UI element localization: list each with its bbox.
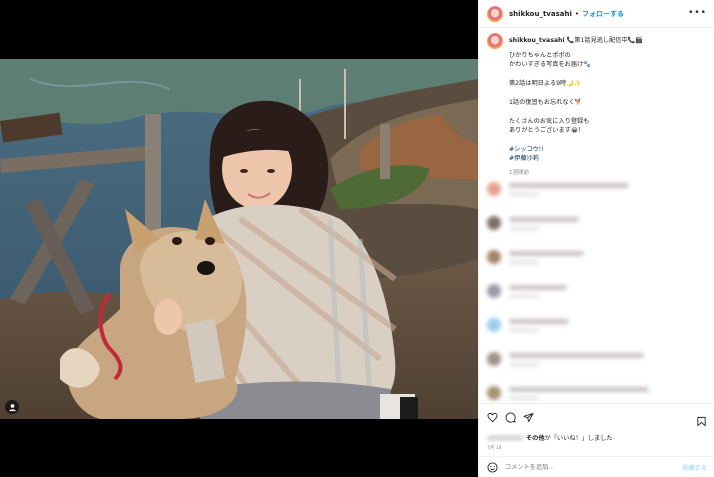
hashtag-link[interactable]: #伊藤沙莉	[509, 154, 709, 163]
blurred-line	[509, 284, 567, 290]
emoji-icon[interactable]	[487, 462, 498, 473]
blurred-line	[509, 216, 579, 222]
caption-line-1: ひかりちゃんとポポの かわいすぎる写真をお届け🐾	[509, 52, 591, 69]
blurred-line	[509, 318, 569, 324]
heart-icon[interactable]	[487, 412, 498, 423]
caption-avatar[interactable]	[487, 33, 503, 49]
comment-item	[487, 342, 709, 376]
comment-input[interactable]	[505, 464, 665, 471]
comment-avatar[interactable]	[487, 216, 501, 230]
comment-composer: 投稿する	[479, 456, 714, 477]
username-link[interactable]: shikkou_tvasahi	[509, 10, 572, 18]
post-date: 7月 18	[487, 446, 502, 451]
comment-avatar[interactable]	[487, 284, 501, 298]
comment-text-blurred	[509, 386, 649, 400]
avatar[interactable]	[487, 5, 503, 22]
more-options-icon[interactable]: •••	[688, 8, 707, 18]
comment-icon[interactable]	[505, 412, 516, 423]
blurred-line	[509, 182, 629, 188]
post-header: shikkou_tvasahi • フォローする •••	[479, 0, 714, 28]
post-side-panel: shikkou_tvasahi • フォローする ••• shikkou_tva…	[478, 0, 714, 477]
blurred-meta	[509, 192, 539, 196]
bookmark-icon	[697, 416, 706, 427]
post-photo[interactable]	[0, 59, 478, 419]
blurred-meta	[509, 260, 539, 264]
comment-item	[487, 274, 709, 308]
comment-item	[487, 308, 709, 342]
comment-item	[487, 206, 709, 240]
comment-text-blurred	[509, 318, 569, 332]
user-tag-icon	[8, 403, 16, 411]
caption-username[interactable]: shikkou_tvasahi	[509, 37, 565, 44]
likes-summary[interactable]: その他 が「いいね！」しました	[487, 433, 613, 442]
comment-text-blurred	[509, 250, 584, 264]
instagram-post-view: shikkou_tvasahi • フォローする ••• shikkou_tva…	[0, 0, 714, 477]
post-caption: shikkou_tvasahi 📞第1話見逃し配信中📞🎬 ひかりちゃんとポポの …	[487, 33, 709, 178]
comment-avatar[interactable]	[487, 386, 501, 400]
blurred-meta	[509, 328, 539, 332]
comment-text-blurred	[509, 216, 579, 230]
comment-list	[487, 172, 709, 410]
share-icon[interactable]	[523, 412, 534, 423]
save-button[interactable]	[696, 412, 707, 431]
blurred-liker-name	[487, 434, 523, 441]
caption-line-3: 1話の復習もお忘れなく🐕	[509, 99, 583, 106]
caption-line-2: 第2話は明日よる9時🌙✨	[509, 80, 582, 88]
caption-line-4: たくさんのお気に入り登録も ありがとうございます😭！	[509, 117, 590, 135]
comment-item	[487, 172, 709, 206]
blurred-meta	[509, 226, 539, 230]
comment-avatar[interactable]	[487, 182, 501, 196]
media-area	[0, 0, 478, 477]
comment-text-blurred	[509, 182, 629, 196]
photo-illustration	[0, 59, 478, 419]
comment-item	[487, 240, 709, 274]
blurred-line	[509, 250, 584, 256]
comment-text-blurred	[509, 284, 567, 298]
comment-text-blurred	[509, 352, 644, 366]
hashtag-link[interactable]: #シッコウ!!	[509, 145, 709, 154]
separator-dot: •	[574, 9, 580, 18]
comment-avatar[interactable]	[487, 318, 501, 332]
blurred-meta	[509, 362, 539, 366]
user-tag-button[interactable]	[5, 400, 19, 414]
likes-text: が「いいね！」しました	[544, 435, 613, 442]
blurred-line	[509, 386, 649, 392]
post-comment-button[interactable]: 投稿する	[682, 463, 707, 472]
likes-others: その他	[526, 435, 545, 442]
action-bar: その他 が「いいね！」しました 7月 18 投稿する	[479, 403, 714, 477]
blurred-meta	[509, 294, 539, 298]
follow-button[interactable]: フォローする	[582, 9, 624, 19]
comment-avatar[interactable]	[487, 352, 501, 366]
blurred-line	[509, 352, 644, 358]
blurred-meta	[509, 396, 539, 400]
caption-first-line: 📞第1話見逃し配信中📞🎬	[566, 37, 644, 44]
comment-avatar[interactable]	[487, 250, 501, 264]
